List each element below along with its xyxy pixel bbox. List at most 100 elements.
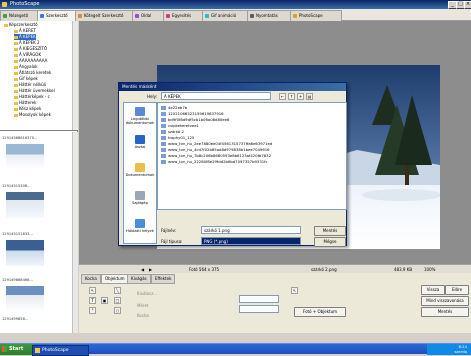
thumbnail-image[interactable] [6,192,44,218]
thumbnail-label: 129149151633... [2,232,33,236]
height-field[interactable] [239,305,279,313]
up-folder-icon[interactable]: ↑ [288,93,295,100]
file-list: 4e22eb7b 12021066523159619837916 bd9f0f8… [157,102,347,210]
thumbnail-list: 12914968616370... 12914915308... 1291491… [0,132,78,333]
clock-day: szerda [454,348,467,354]
tree-scrollbar[interactable] [72,21,78,130]
tab-frame[interactable]: Kocka [81,274,101,284]
undo-all-button[interactable]: Mind visszavonása [421,296,469,306]
folder-icon [14,113,18,117]
frame-label: Kocka [137,313,149,318]
place-computer[interactable]: Sajátgép [124,189,156,214]
computer-icon [135,191,145,200]
size-label: Méret [137,303,149,308]
png-file-icon [161,154,166,158]
gif-icon [205,14,209,18]
print-icon [250,14,254,18]
png-file-icon [161,112,166,116]
desktop-icon [135,135,145,144]
folder-tree: Képszerkesztő Á KERET Á KÉPEK Á KÉPEK 2 … [0,21,78,131]
text-icon[interactable]: T [89,297,96,304]
png-file-icon [161,136,166,140]
dialog-title: Mentés másként [119,83,346,91]
documents-icon [135,163,145,172]
folder-icon [14,95,18,99]
location-select[interactable]: Á KÉPEK [161,92,271,100]
place-network[interactable]: Hálózati helyek [124,217,156,242]
tab-crop[interactable]: Kivágás [127,274,151,284]
folder-icon [14,71,18,75]
taskbar: Start PhotoScape 6:24 szerda [0,343,471,356]
folder-icon [14,101,18,105]
folder-icon [14,59,18,63]
status-bar: ◀ ▶ Fotó 564 x 375 szárkö 2.png 483.9 KB… [79,264,471,273]
filetype-label: Fájl típusa: [161,239,183,244]
photoscape-icon [293,14,297,18]
filename-input[interactable]: szárkö 1.png [201,226,301,234]
select-label: Kiválasz... [137,291,158,296]
width-field[interactable] [239,295,279,303]
dialog-cancel-button[interactable]: Mégse [314,237,346,247]
photo-object-button[interactable]: Fotó + Objektum [294,307,346,317]
folder-icon [14,83,18,87]
thumbnail-label: 12914915308... [2,184,31,188]
png-file-icon [161,130,166,134]
filename-label: Fájlnév: [161,228,177,233]
places-bar: Legutóbbi dokumentumok Asztal Dokumentum… [123,102,157,244]
editor-icon [40,14,44,18]
thumbnail-label: 129149868466... [2,278,33,282]
place-documents[interactable]: Dokumentumok [124,161,156,186]
location-label: Hely: [147,94,158,99]
tab-object[interactable]: Objektum [101,274,129,284]
png-file-icon [161,142,166,146]
thumbnail-image[interactable] [6,286,44,312]
folder-icon [14,41,18,45]
tree-item[interactable]: Mosolyok képek [14,112,51,118]
folder-icon [14,65,18,69]
network-icon [135,219,145,228]
folder-icon [14,89,18,93]
file-row[interactable]: www_tvn_hu_22280f8e2f9dd2b6bd7097357b933… [161,159,268,165]
viewer-icon [3,14,7,18]
thumbnail-image[interactable] [6,144,44,170]
place-desktop[interactable]: Asztal [124,133,156,158]
left-pane: Képszerkesztő Á KERET Á KÉPEK Á KÉPEK 2 … [0,21,78,333]
view-menu-icon[interactable]: ▤ [306,93,313,100]
batch-icon [78,14,82,18]
properties-panel: Kocka Objektum Kivágás Effektek ↖ T " ▣ … [79,273,471,333]
circle-icon[interactable]: ○ [114,307,121,314]
png-file-icon [161,106,166,110]
combine-icon [166,14,170,18]
close-button[interactable]: × [464,1,471,9]
dialog-save-button[interactable]: Mentés [314,226,346,236]
tab-effects[interactable]: Effektek [151,274,176,284]
undo-button[interactable]: Vissza [421,285,445,295]
photoscape-task-icon [35,348,40,353]
image-icon[interactable]: ▣ [101,297,108,304]
place-recent[interactable]: Legutóbbi dokumentumok [124,105,156,130]
main-tab-bar: Nézegető Szerkesztő Kötegelt Szerkesztő … [0,9,471,21]
png-file-icon [161,118,166,122]
app-title: PhotoScape [10,1,40,7]
recent-icon [135,107,145,116]
app-title-bar: PhotoScape _ □ × [0,0,471,9]
png-file-icon [161,124,166,128]
thumbnail-scrollbar[interactable] [72,132,78,333]
save-button[interactable]: Mentés [421,307,469,317]
folder-icon [14,77,18,81]
cursor-icon[interactable]: ↖ [291,287,298,294]
thumbnail-label: 12914968616370... [2,136,38,140]
png-file-icon [161,160,166,164]
line-icon[interactable]: ╲ [114,287,121,294]
tab-photoscape[interactable]: PhotoScape [290,10,342,21]
redo-button[interactable]: Előre [445,285,469,295]
taskbar-item-photoscape[interactable]: PhotoScape [32,345,89,356]
rectangle-icon[interactable]: □ [114,297,121,304]
windows-flag-icon [2,346,7,352]
pointer-icon[interactable]: ↖ [89,287,96,294]
new-folder-icon[interactable]: + [297,93,304,100]
back-icon[interactable]: ← [279,93,286,100]
filetype-select[interactable]: PNG (*.png) [201,237,301,245]
quote-icon[interactable]: " [89,307,96,314]
thumbnail-image[interactable] [6,240,44,266]
